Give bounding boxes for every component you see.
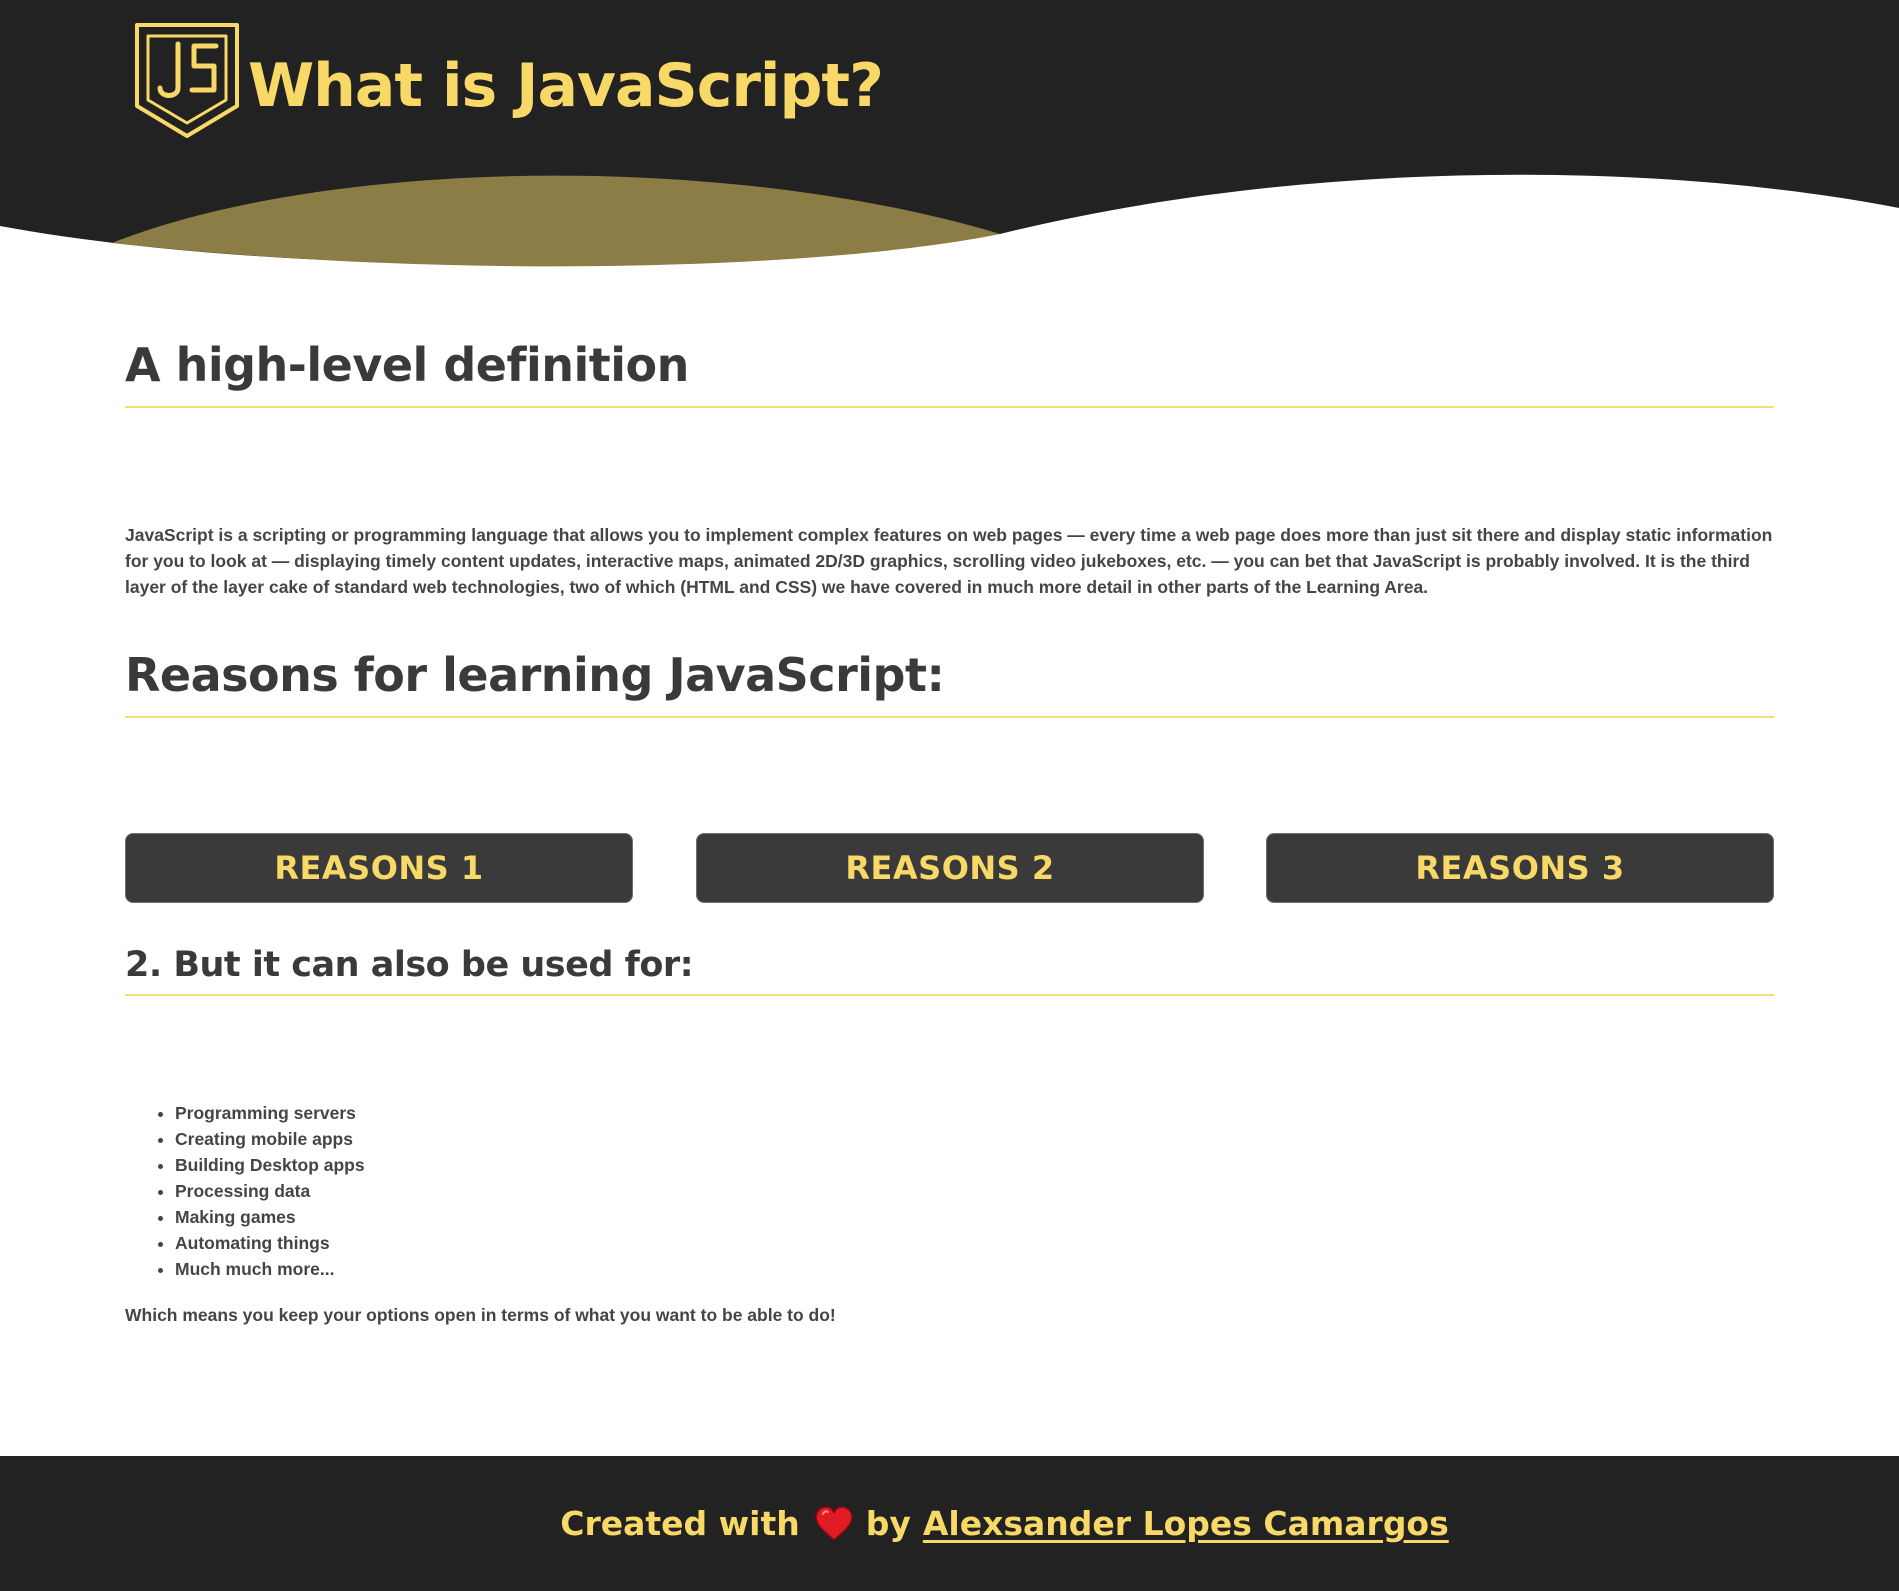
list-item: Making games <box>175 1204 1774 1230</box>
definition-heading: A high-level definition <box>125 330 1774 408</box>
reasons-2-button[interactable]: REASONS 2 <box>696 833 1204 903</box>
uses-list: Programming servers Creating mobile apps… <box>125 1100 1774 1282</box>
page-header: What is JavaScript? <box>0 0 1899 280</box>
reasons-1-button[interactable]: REASONS 1 <box>125 833 633 903</box>
list-item: Automating things <box>175 1230 1774 1256</box>
page-footer: Created with by Alexsander Lopes Camargo… <box>0 1456 1899 1591</box>
js-shield-icon <box>134 22 240 140</box>
author-link[interactable]: Alexsander Lopes Camargos <box>923 1504 1449 1543</box>
list-item: Creating mobile apps <box>175 1126 1774 1152</box>
also-used-heading: 2. But it can also be used for: <box>125 940 1774 996</box>
reasons-3-button[interactable]: REASONS 3 <box>1266 833 1774 903</box>
definition-paragraph: JavaScript is a scripting or programming… <box>125 525 1773 597</box>
header-wave-background <box>0 0 1899 267</box>
list-item: Programming servers <box>175 1100 1774 1126</box>
heart-icon <box>814 1505 854 1542</box>
footer-by: by <box>865 1504 911 1543</box>
site-title: What is JavaScript? <box>248 51 884 121</box>
closing-paragraph: Which means you keep your options open i… <box>125 1305 836 1325</box>
footer-prefix: Created with <box>560 1504 800 1543</box>
page: What is JavaScript? A high-level definit… <box>0 0 1899 1591</box>
list-item: Processing data <box>175 1178 1774 1204</box>
list-item: Much much more... <box>175 1256 1774 1282</box>
list-item: Building Desktop apps <box>175 1152 1774 1178</box>
reasons-heading: Reasons for learning JavaScript: <box>125 640 1774 718</box>
footer-credit: Created with by Alexsander Lopes Camargo… <box>560 1504 1449 1543</box>
